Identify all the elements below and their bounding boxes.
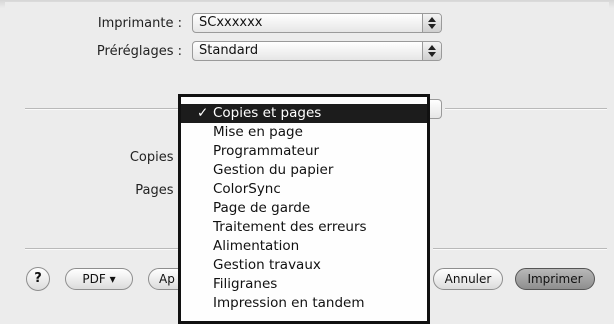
menu-item-gestion-du-papier[interactable]: Gestion du papier: [181, 161, 427, 180]
popup-stepper-icon: [422, 42, 441, 60]
popup-stepper-icon: [422, 14, 441, 32]
pages-label: Pages :: [135, 183, 182, 198]
menu-item-copies-et-pages[interactable]: ✓ Copies et pages: [181, 104, 427, 123]
menu-item-page-de-garde[interactable]: Page de garde: [181, 199, 427, 218]
checkmark-icon: ✓: [197, 105, 209, 121]
menu-item-colorsync[interactable]: ColorSync: [181, 180, 427, 199]
printer-popup[interactable]: SCxxxxxx: [192, 13, 442, 33]
menu-item-filigranes[interactable]: Filigranes: [181, 275, 427, 294]
footer-divider-right: [433, 248, 607, 250]
section-dropdown-menu: ✓ Copies et pages Mise en page Programmat…: [178, 94, 430, 324]
section-divider-right: [445, 108, 607, 110]
menu-item-programmateur[interactable]: Programmateur: [181, 142, 427, 161]
menu-item-traitement-des-erreurs[interactable]: Traitement des erreurs: [181, 218, 427, 237]
print-button[interactable]: Imprimer: [515, 268, 595, 290]
presets-value: Standard: [199, 43, 259, 58]
menu-item-gestion-travaux[interactable]: Gestion travaux: [181, 256, 427, 275]
presets-label: Préréglages :: [96, 44, 182, 59]
presets-popup[interactable]: Standard: [192, 41, 442, 61]
footer-divider-left: [25, 248, 198, 250]
menu-item-alimentation[interactable]: Alimentation: [181, 237, 427, 256]
section-divider-left: [25, 108, 198, 110]
pdf-button[interactable]: PDF ▾: [65, 268, 133, 290]
copies-label: Copies :: [129, 150, 182, 165]
cancel-button[interactable]: Annuler: [433, 268, 503, 290]
printer-value: SCxxxxxx: [199, 15, 263, 30]
menu-item-mise-en-page[interactable]: Mise en page: [181, 123, 427, 142]
help-button[interactable]: ?: [26, 267, 50, 291]
menu-item-impression-en-tandem[interactable]: Impression en tandem: [181, 294, 427, 313]
printer-label: Imprimante :: [97, 16, 182, 31]
